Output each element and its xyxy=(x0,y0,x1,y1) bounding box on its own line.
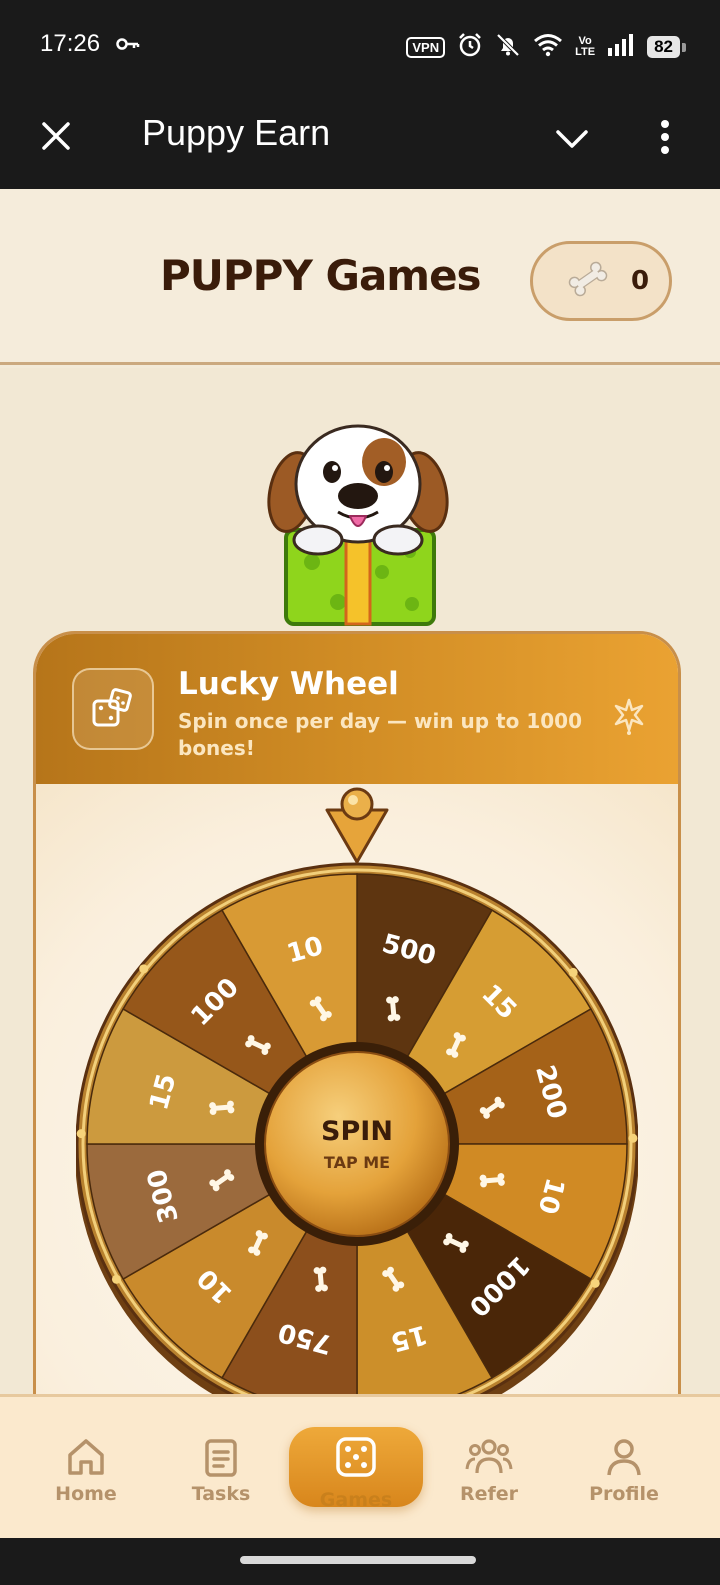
battery-icon: 82 xyxy=(647,36,686,58)
lucky-wheel[interactable]: 5001520010100015750103001510010 SPINTAP … xyxy=(76,784,638,1396)
rim-dot xyxy=(111,1274,121,1284)
signal-icon xyxy=(607,33,635,61)
rim-dot xyxy=(568,967,578,977)
clipboard-icon xyxy=(205,1439,237,1477)
page-header: PUPPY Games 0 xyxy=(0,189,720,365)
nav-games[interactable]: Games xyxy=(289,1427,423,1511)
rim-dot xyxy=(139,964,149,974)
nav-profile[interactable]: Profile xyxy=(569,1435,679,1505)
rim-dot xyxy=(628,1133,638,1143)
lucky-wheel-header: Lucky Wheel Spin once per day — win up t… xyxy=(36,634,678,784)
nav-tasks-label: Tasks xyxy=(191,1483,251,1505)
nav-refer-label: Refer xyxy=(459,1483,519,1505)
volte-bottom: LTE xyxy=(575,46,596,58)
app-title: Puppy Earn xyxy=(142,112,331,153)
nav-refer[interactable]: Refer xyxy=(434,1435,544,1505)
users-icon xyxy=(465,1439,513,1474)
nav-profile-label: Profile xyxy=(589,1483,659,1505)
close-icon[interactable] xyxy=(36,116,76,156)
lucky-wheel-description: Spin once per day — win up to 1000 bones… xyxy=(178,709,582,760)
bone-count: 0 xyxy=(631,266,650,296)
spin-sublabel: TAP ME xyxy=(324,1153,390,1172)
status-bar: 17:26 VPN Vo LTE 82 xyxy=(0,0,720,92)
volte-icon: Vo LTE xyxy=(575,36,595,58)
lucky-wheel-card: Lucky Wheel Spin once per day — win up t… xyxy=(33,631,681,1396)
more-vert-icon[interactable] xyxy=(650,114,680,160)
dice-icon xyxy=(336,1437,376,1477)
alarm-icon xyxy=(457,32,483,62)
home-icon xyxy=(68,1439,104,1475)
dice-icon xyxy=(72,668,154,750)
user-icon xyxy=(607,1439,641,1476)
puppy-gift-mascot xyxy=(262,412,452,628)
key-icon xyxy=(116,36,140,56)
nav-games-label: Games xyxy=(319,1489,393,1511)
bell-off-icon xyxy=(495,32,521,62)
pointer-icon xyxy=(325,787,389,864)
nav-home-label: Home xyxy=(55,1483,117,1505)
status-icons: VPN Vo LTE 82 xyxy=(406,32,686,62)
bottom-nav: Home Tasks Games Refer Profile xyxy=(0,1394,720,1538)
nav-home[interactable]: Home xyxy=(31,1435,141,1505)
bone-counter[interactable]: 0 xyxy=(530,241,672,321)
app-bar: Puppy Earn xyxy=(0,92,720,189)
bone-icon xyxy=(567,261,609,301)
games-content: Lucky Wheel Spin once per day — win up t… xyxy=(0,368,720,1396)
vpn-icon: VPN xyxy=(406,36,446,58)
rim-dot xyxy=(76,1129,86,1139)
wifi-icon xyxy=(533,33,563,61)
spin-label: SPIN xyxy=(321,1116,393,1147)
status-time: 17:26 xyxy=(40,30,101,57)
sparkle-icon xyxy=(612,696,646,740)
wheel-area: 500 15 200 10 1000 15 750 10 300 15 100 10 SPIN TAP … xyxy=(36,784,678,1396)
nav-tasks[interactable]: Tasks xyxy=(166,1435,276,1505)
lucky-wheel-title: Lucky Wheel xyxy=(178,666,399,702)
page-title: PUPPY Games xyxy=(160,251,482,300)
chevron-down-icon[interactable] xyxy=(552,118,592,158)
gesture-bar xyxy=(0,1538,720,1585)
rim-dot xyxy=(590,1278,600,1288)
gesture-handle[interactable] xyxy=(240,1556,476,1564)
